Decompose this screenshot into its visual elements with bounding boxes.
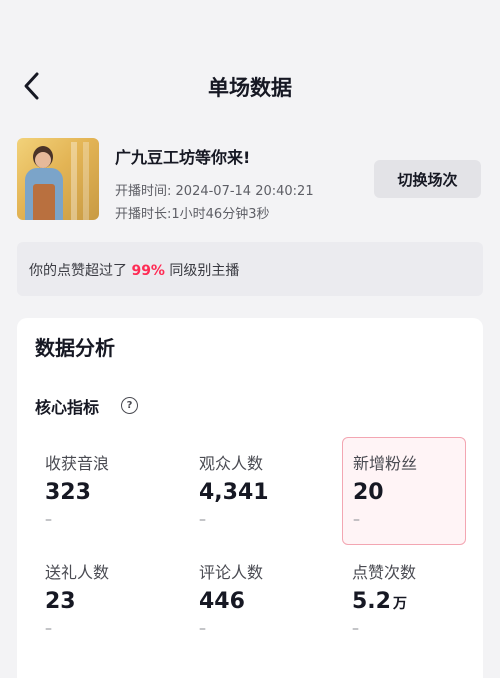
like-percent: 99% (131, 263, 165, 279)
metric-value: 4,341 (199, 480, 269, 505)
metric-new-followers[interactable]: 新增粉丝 20 – (342, 437, 466, 545)
metric-label: 评论人数 (199, 563, 264, 582)
metric-gift-givers[interactable]: 送礼人数 23 – (35, 547, 157, 653)
metric-trend: – (352, 621, 359, 637)
metric-trend: – (45, 621, 52, 637)
metric-label: 收获音浪 (45, 454, 110, 473)
live-duration: 开播时长:1小时46分钟3秒 (115, 203, 269, 222)
metric-value: 323 (45, 480, 91, 505)
metric-value: 23 (45, 589, 76, 614)
core-metrics-title: 核心指标 (35, 398, 100, 417)
metric-trend: – (353, 512, 360, 528)
metric-label: 观众人数 (199, 454, 264, 473)
duration-value: 1小时46分钟3秒 (171, 207, 270, 222)
metric-value: 20 (353, 480, 384, 505)
metric-trend: – (45, 512, 52, 528)
like-suffix: 同级别主播 (169, 263, 240, 279)
live-cover-image (17, 138, 99, 220)
switch-session-button[interactable]: 切换场次 (374, 160, 481, 198)
duration-label: 开播时长: (115, 207, 172, 222)
metric-sound-waves[interactable]: 收获音浪 323 – (35, 438, 157, 544)
metric-trend: – (199, 512, 206, 528)
live-session-info: 广九豆工坊等你来! 开播时间: 2024-07-14 20:40:21 开播时长… (17, 138, 487, 223)
like-ranking-text: 你的点赞超过了 99% 同级别主播 (29, 260, 239, 280)
live-title: 广九豆工坊等你来! (115, 148, 251, 167)
help-icon[interactable]: ? (121, 397, 138, 414)
metric-label: 新增粉丝 (353, 454, 418, 473)
like-prefix: 你的点赞超过了 (29, 263, 127, 279)
analysis-title: 数据分析 (35, 336, 115, 360)
start-time-label: 开播时间: (115, 184, 172, 199)
metric-likes[interactable]: 点赞次数 5.2 万 – (342, 547, 464, 653)
metric-viewers[interactable]: 观众人数 4,341 – (189, 438, 311, 544)
metric-value: 446 (199, 589, 245, 614)
page-title: 单场数据 (208, 76, 292, 100)
metric-label: 点赞次数 (352, 563, 417, 582)
live-start-time: 开播时间: 2024-07-14 20:40:21 (115, 180, 314, 199)
data-analysis-card: 数据分析 核心指标 ? 收获音浪 323 – 观众人数 4,341 – 新增粉丝… (17, 318, 483, 678)
metric-unit: 万 (392, 596, 407, 612)
metric-value: 5.2 万 (352, 589, 407, 614)
top-bar: 单场数据 (0, 0, 500, 130)
metric-commenters[interactable]: 评论人数 446 – (189, 547, 311, 653)
metric-label: 送礼人数 (45, 563, 110, 582)
metric-trend: – (199, 621, 206, 637)
start-time-value: 2024-07-14 20:40:21 (175, 184, 314, 199)
like-ranking-banner: 你的点赞超过了 99% 同级别主播 (17, 242, 483, 296)
